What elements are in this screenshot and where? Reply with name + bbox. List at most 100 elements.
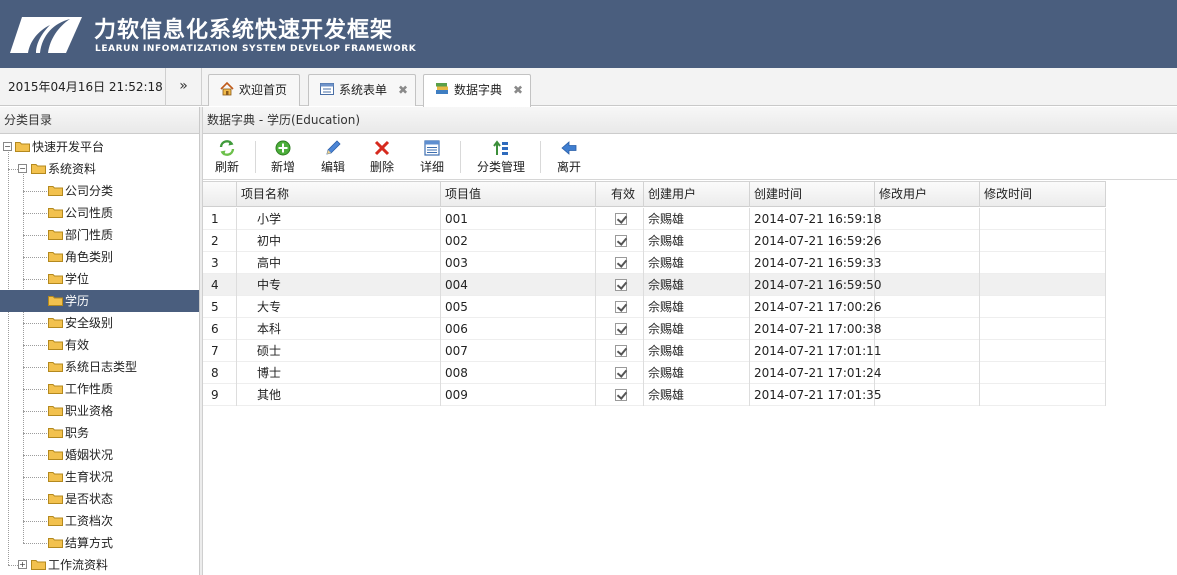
tree-node-company-category[interactable]: 公司分类: [0, 180, 199, 202]
expand-toggle-icon[interactable]: +: [18, 560, 27, 569]
table-row[interactable]: 8 博士 008 佘赐雄 2014-07-21 17:01:24: [203, 362, 1106, 384]
tree-node-professional-qualification[interactable]: 职业资格: [0, 400, 199, 422]
valid-checkbox[interactable]: [615, 235, 627, 247]
valid-checkbox[interactable]: [615, 323, 627, 335]
tree-node-label: 部门性质: [65, 228, 114, 242]
tab-close-icon[interactable]: ✖: [398, 75, 408, 105]
tree-node-label: 系统日志类型: [65, 360, 138, 374]
table-row[interactable]: 4 中专 004 佘赐雄 2014-07-21 16:59:50: [203, 274, 1106, 296]
valid-checkbox[interactable]: [615, 367, 627, 379]
folder-icon: [48, 516, 63, 526]
tab-label: 系统表单: [339, 83, 388, 97]
tab-system-form[interactable]: 系统表单 ✖: [308, 74, 416, 106]
tree-node-valid[interactable]: 有效: [0, 334, 199, 356]
tree-node-workflow-data[interactable]: + 工作流资料: [0, 554, 199, 575]
folder-icon: [48, 494, 63, 504]
valid-checkbox[interactable]: [615, 213, 627, 225]
delete-button[interactable]: 删除: [368, 139, 396, 177]
cell-modified-time: [980, 252, 1106, 274]
cell-creator: 佘赐雄: [644, 362, 750, 384]
valid-checkbox[interactable]: [615, 345, 627, 357]
tree-node-role-category[interactable]: 角色类别: [0, 246, 199, 268]
folder-icon: [31, 164, 46, 174]
app-header: 力软信息化系统快速开发框架 LEARUN INFOMATIZATION SYST…: [0, 0, 1177, 68]
valid-checkbox[interactable]: [615, 389, 627, 401]
dictionary-panel-title: 数据字典 - 学历(Education): [203, 107, 1177, 134]
tree-node-system-data[interactable]: − 系统资料: [0, 158, 199, 180]
tab-data-dictionary[interactable]: 数据字典 ✖: [423, 74, 531, 107]
valid-checkbox[interactable]: [615, 279, 627, 291]
cell-created-time: 2014-07-21 17:00:38: [750, 318, 881, 340]
cell-item-value: 009: [441, 384, 596, 406]
refresh-icon: [219, 140, 235, 156]
table-row[interactable]: 5 大专 005 佘赐雄 2014-07-21 17:00:26: [203, 296, 1106, 318]
tree-node-salary-grade[interactable]: 工资档次: [0, 510, 199, 532]
tree-node-label: 系统资料: [48, 162, 97, 176]
cell-modifier: [875, 230, 980, 252]
tree-node-education[interactable]: 学历: [0, 290, 199, 312]
edit-icon: [326, 140, 341, 155]
tree-node-system-log-type[interactable]: 系统日志类型: [0, 356, 199, 378]
column-header-valid[interactable]: 有效: [596, 182, 644, 207]
column-header-modifier[interactable]: 修改用户: [875, 182, 980, 207]
tab-welcome-home[interactable]: 欢迎首页: [208, 74, 300, 106]
tree-node-label: 是否状态: [65, 492, 114, 506]
edit-button[interactable]: 编辑: [319, 139, 347, 177]
column-header-created-time[interactable]: 创建时间: [750, 182, 875, 207]
tree-node-marital-status[interactable]: 婚姻状况: [0, 444, 199, 466]
home-icon: [220, 81, 234, 96]
exit-button[interactable]: 离开: [555, 139, 583, 177]
tree-node-label: 工作流资料: [48, 558, 109, 572]
table-row[interactable]: 3 高中 003 佘赐雄 2014-07-21 16:59:33: [203, 252, 1106, 274]
tree-node-department-nature[interactable]: 部门性质: [0, 224, 199, 246]
cell-modifier: [875, 274, 980, 296]
tree-node-degree[interactable]: 学位: [0, 268, 199, 290]
table-row[interactable]: 2 初中 002 佘赐雄 2014-07-21 16:59:26: [203, 230, 1106, 252]
table-row[interactable]: 1 小学 001 佘赐雄 2014-07-21 16:59:18: [203, 208, 1106, 230]
cell-item-value: 002: [441, 230, 596, 252]
cell-modifier: [875, 362, 980, 384]
delete-icon: [374, 140, 390, 156]
cell-modified-time: [980, 362, 1106, 384]
table-row[interactable]: 7 硕士 007 佘赐雄 2014-07-21 17:01:11: [203, 340, 1106, 362]
cell-item-name: 本科: [237, 318, 441, 340]
cell-creator: 佘赐雄: [644, 208, 750, 230]
detail-button[interactable]: 详细: [418, 139, 446, 177]
category-panel: 分类目录 − 快速开发平台 − 系统资料 公司分类 公司性质 部门性质 角色类别…: [0, 107, 200, 575]
add-button[interactable]: 新增: [269, 139, 297, 177]
dictionary-icon: [436, 83, 448, 94]
tab-close-icon[interactable]: ✖: [513, 75, 523, 105]
column-header-item-name[interactable]: 项目名称: [237, 182, 441, 207]
refresh-button[interactable]: 刷新: [213, 139, 241, 177]
cell-valid: [596, 252, 644, 274]
table-row[interactable]: 9 其他 009 佘赐雄 2014-07-21 17:01:35: [203, 384, 1106, 406]
tree-node-company-nature[interactable]: 公司性质: [0, 202, 199, 224]
cell-valid: [596, 318, 644, 340]
column-header-modified-time[interactable]: 修改时间: [980, 182, 1106, 207]
tree-node-settlement-method[interactable]: 结算方式: [0, 532, 199, 554]
collapse-toggle-icon[interactable]: −: [18, 164, 27, 173]
tree-node-label: 结算方式: [65, 536, 114, 550]
tree-node-yes-no-status[interactable]: 是否状态: [0, 488, 199, 510]
cell-modified-time: [980, 230, 1106, 252]
column-header-creator[interactable]: 创建用户: [644, 182, 750, 207]
tree-node-security-level[interactable]: 安全级别: [0, 312, 199, 334]
valid-checkbox[interactable]: [615, 257, 627, 269]
cell-modified-time: [980, 384, 1106, 406]
detail-icon: [424, 140, 440, 156]
valid-checkbox[interactable]: [615, 301, 627, 313]
category-manage-button[interactable]: 分类管理: [475, 139, 527, 177]
dictionary-panel: 数据字典 - 学历(Education) 刷新 新增 编辑 删除 详细 分类管理…: [203, 107, 1177, 575]
expand-menu-button[interactable]: »: [166, 68, 202, 106]
folder-icon: [48, 538, 63, 548]
tree-node-fertility-status[interactable]: 生育状况: [0, 466, 199, 488]
cell-creator: 佘赐雄: [644, 274, 750, 296]
tree-node-work-nature[interactable]: 工作性质: [0, 378, 199, 400]
grid-header: 项目名称 项目值 有效 创建用户 创建时间 修改用户 修改时间: [203, 181, 1106, 207]
column-header-item-value[interactable]: 项目值: [441, 182, 596, 207]
tree-node-position[interactable]: 职务: [0, 422, 199, 444]
collapse-toggle-icon[interactable]: −: [3, 142, 12, 151]
table-row[interactable]: 6 本科 006 佘赐雄 2014-07-21 17:00:38: [203, 318, 1106, 340]
tree-node-quick-dev-platform[interactable]: − 快速开发平台: [0, 136, 199, 158]
tree-node-label: 学位: [65, 272, 90, 286]
